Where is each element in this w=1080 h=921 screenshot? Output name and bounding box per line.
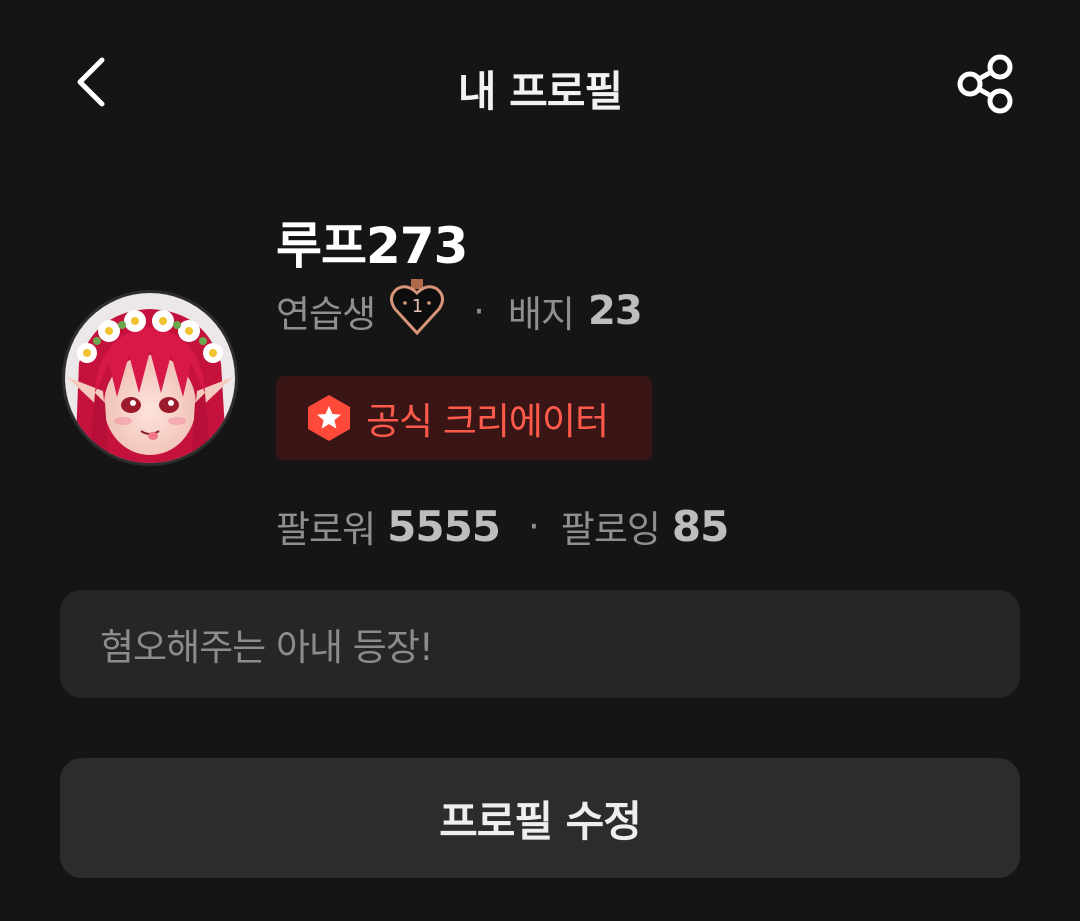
username: 루프273 [276, 217, 468, 275]
edit-profile-button[interactable]: 프로필 수정 [60, 758, 1020, 878]
level-row: 연습생 1 · 배지 23 [276, 278, 643, 342]
bio-text: 혐오해주는 아내 등장! [100, 626, 434, 669]
creator-tag-label: 공식 크리에이터 [366, 400, 609, 443]
edit-profile-label: 프로필 수정 [439, 796, 642, 846]
share-button[interactable] [950, 50, 1018, 118]
level-badge[interactable]: 1 [389, 277, 445, 346]
heart-badge-icon: 1 [390, 278, 445, 335]
follow-stats: 팔로워 5555 · 팔로잉 85 [276, 496, 729, 556]
following-label[interactable]: 팔로잉 [561, 499, 661, 553]
page-title: 내 프로필 [457, 67, 623, 116]
following-count[interactable]: 85 [672, 502, 729, 551]
separator-dot: · [528, 504, 540, 548]
share-icon [957, 54, 1013, 114]
official-creator-tag: 공식 크리에이터 [276, 376, 652, 460]
separator-dot: · [473, 289, 485, 333]
badge-count: 23 [587, 288, 643, 334]
avatar-image [65, 293, 235, 463]
followers-label[interactable]: 팔로워 [276, 499, 376, 553]
level-number: 1 [412, 296, 422, 317]
star-hexagon-icon [308, 395, 350, 441]
avatar[interactable] [62, 290, 238, 466]
followers-count[interactable]: 5555 [387, 502, 501, 551]
badge-label[interactable]: 배지 [508, 284, 575, 338]
bio-box: 혐오해주는 아내 등장! [60, 590, 1020, 698]
level-label: 연습생 [276, 293, 376, 336]
